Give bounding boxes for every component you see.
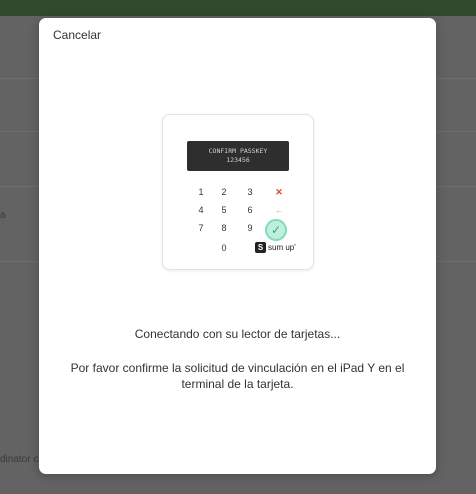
reader-cancel-key-icon: ✕: [275, 187, 283, 197]
reader-screen-line1: CONFIRM PASSKEY: [208, 147, 268, 155]
reader-clear-key-icon: ←: [274, 205, 284, 215]
reader-key-6: 6: [247, 205, 253, 215]
sumup-brand-text: sum up': [268, 243, 296, 252]
app-header-bar: [0, 0, 476, 16]
reader-screen: CONFIRM PASSKEY 123456: [187, 141, 289, 171]
reader-key-8: 8: [221, 223, 227, 233]
card-reader-connect-dialog: Cancelar CONFIRM PASSKEY 123456 1 2 3 ✕ …: [39, 18, 436, 474]
cancel-button[interactable]: Cancelar: [53, 28, 101, 42]
connection-status-text: Conectando con su lector de tarjetas...: [134, 327, 341, 341]
reader-key-2: 2: [221, 187, 227, 197]
reader-key-1: 1: [198, 187, 204, 197]
sumup-logo-icon: S: [255, 242, 266, 253]
background-partial-text: a: [0, 210, 6, 221]
card-reader-illustration: CONFIRM PASSKEY 123456 1 2 3 ✕ 4 5 6 ← 7…: [162, 114, 314, 270]
reader-ok-key-icon: ✓: [265, 219, 287, 241]
reader-key-9: 9: [247, 223, 253, 233]
background-bottom-text: dinator co: [0, 454, 44, 465]
reader-key-4: 4: [198, 205, 204, 215]
reader-key-5: 5: [221, 205, 227, 215]
reader-screen-line2: 123456: [226, 156, 250, 164]
reader-key-3: 3: [247, 187, 253, 197]
pairing-instructions-text: Por favor confirme la solicitud de vincu…: [70, 361, 405, 391]
reader-key-0: 0: [221, 243, 227, 253]
reader-key-7: 7: [198, 223, 204, 233]
